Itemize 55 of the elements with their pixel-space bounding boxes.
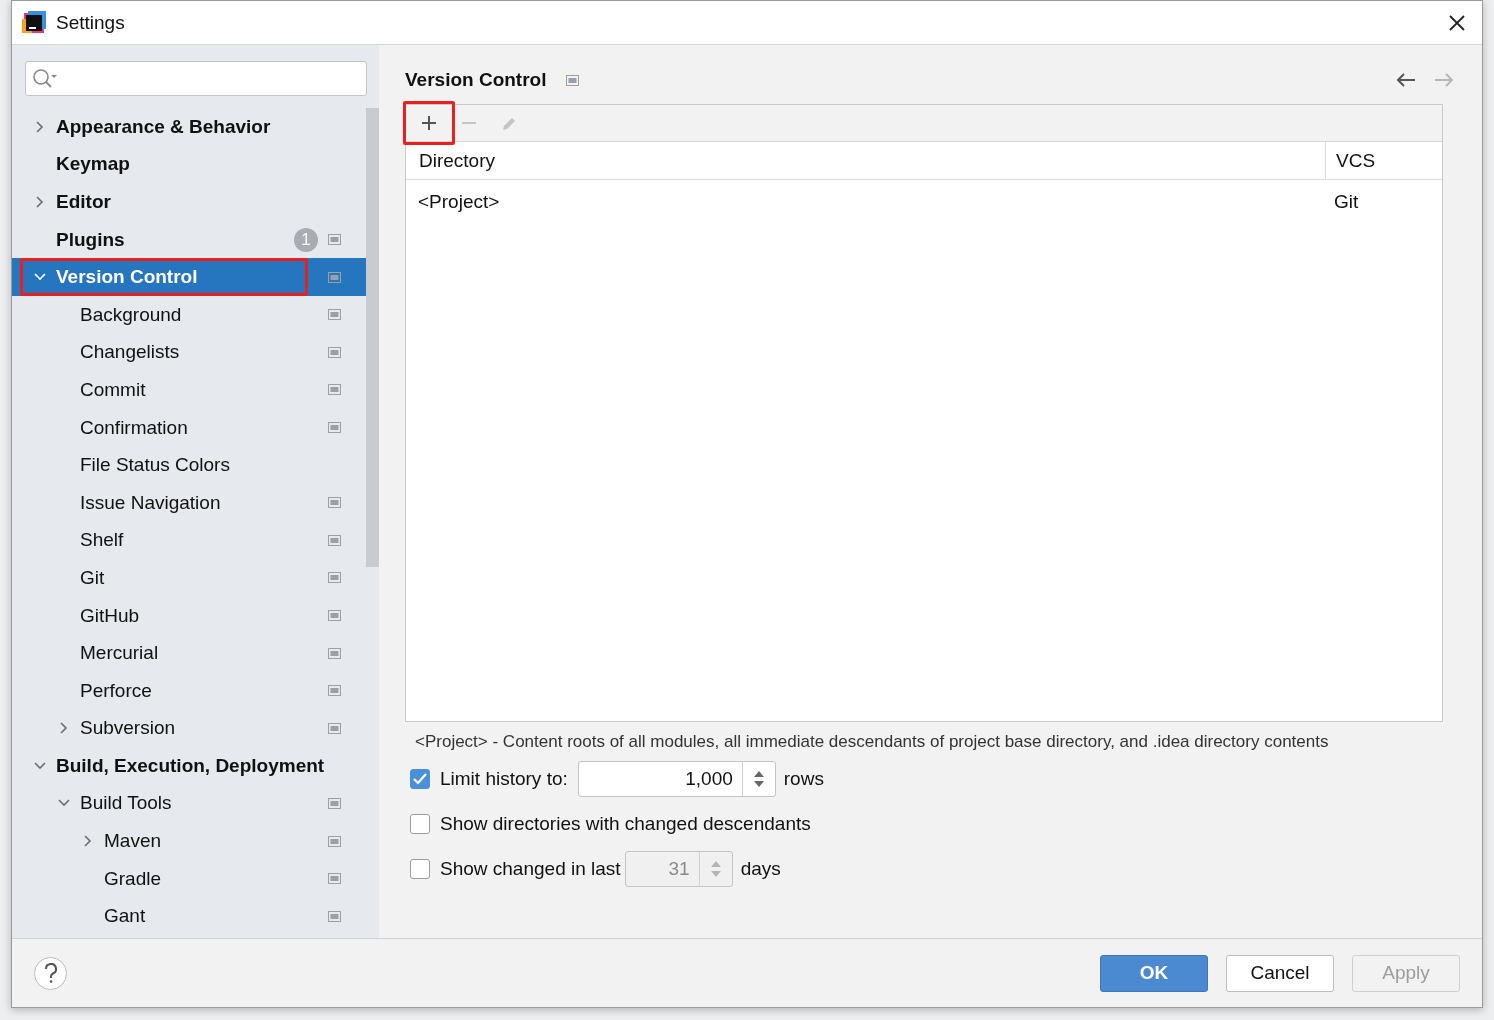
back-arrow-icon[interactable]: [1395, 72, 1416, 88]
table-cell-text: Git: [1333, 190, 1360, 214]
ok-button[interactable]: OK: [1100, 954, 1208, 992]
help-button[interactable]: [34, 956, 67, 990]
close-icon: [1448, 13, 1466, 32]
unit-label: days: [740, 858, 781, 880]
table-cell-text: <Project>: [417, 190, 501, 214]
tree-item[interactable]: Confirmation: [12, 408, 366, 447]
tree-item[interactable]: Build Tools: [12, 784, 366, 823]
tree-item[interactable]: Maven: [12, 822, 366, 860]
app-logo-icon: [22, 10, 46, 35]
tree-item[interactable]: Editor: [12, 183, 366, 221]
search-field[interactable]: [25, 61, 367, 96]
window-title: Settings: [56, 11, 126, 34]
dialog-button[interactable]: Cancel: [1226, 954, 1334, 992]
column-header[interactable]: Directory: [406, 142, 1325, 180]
scrollbar[interactable]: [366, 108, 379, 567]
tree-item[interactable]: Build, Execution, Deployment: [12, 747, 366, 785]
tree-item[interactable]: Gradle: [12, 859, 366, 898]
number-field[interactable]: 1,000: [577, 761, 776, 797]
question-icon: [43, 963, 58, 983]
tree-item[interactable]: Changelists: [12, 333, 366, 372]
check-icon: [413, 773, 427, 785]
tree-item[interactable]: Plugins 1: [12, 220, 366, 259]
tree-item[interactable]: Subversion: [12, 709, 366, 748]
pencil-icon: [502, 116, 516, 130]
tree-item[interactable]: Mercurial: [12, 634, 366, 672]
tree-item[interactable]: File Status Colors: [12, 446, 366, 484]
checkbox-label: Limit history to:: [440, 768, 568, 790]
hint-text: <Project> - Content roots of all modules, all immediate descendants of project base directory, and .idea directory contents: [415, 732, 1330, 752]
spinner-arrows-icon: [709, 859, 722, 879]
count-badge: 1: [294, 227, 318, 252]
checkbox-label: Show changed in last: [440, 858, 621, 880]
tree-item[interactable]: Keymap: [12, 145, 366, 184]
tree-item[interactable]: Shelf: [12, 521, 366, 560]
checkbox-label: Show directories with changed descendants: [440, 813, 811, 835]
tree-item[interactable]: Version Control: [12, 258, 366, 296]
tree-item[interactable]: Commit: [12, 371, 366, 409]
plus-icon: [422, 116, 436, 130]
column-header[interactable]: VCS: [1325, 142, 1442, 180]
add-button[interactable]: [403, 101, 455, 145]
checkbox[interactable]: [410, 814, 430, 834]
minus-icon: [462, 122, 476, 124]
spinner-arrows-icon: [752, 769, 765, 789]
tree-item[interactable]: GitHub: [12, 596, 366, 635]
tree-item[interactable]: Git: [12, 559, 366, 597]
tree-item[interactable]: Gant: [12, 897, 366, 936]
tree-item[interactable]: Issue Navigation: [12, 483, 366, 522]
tree-item[interactable]: Background: [12, 295, 366, 334]
checkbox[interactable]: [410, 769, 430, 789]
tree-item[interactable]: Perforce: [12, 671, 366, 710]
tree-item[interactable]: Appearance & Behavior: [12, 108, 366, 146]
search-icon: [32, 67, 58, 90]
unit-label: rows: [783, 768, 824, 790]
page-title: Version Control: [405, 69, 547, 91]
